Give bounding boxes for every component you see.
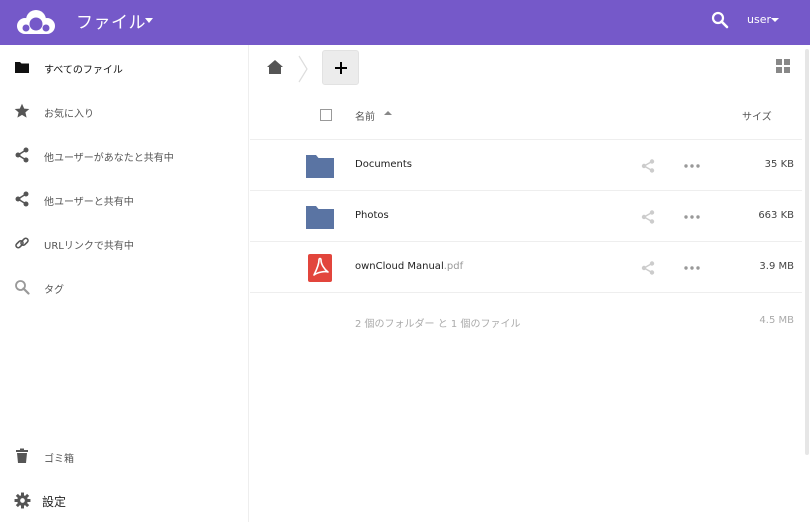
search-icon — [15, 280, 30, 295]
sidebar-item-shared-with-others[interactable]: 他ユーザーと共有中 — [0, 177, 249, 221]
new-file-button[interactable] — [322, 50, 359, 85]
share-icon — [15, 147, 29, 163]
sidebar-item-shared-with-you[interactable]: 他ユーザーがあなたと共有中 — [0, 133, 249, 177]
breadcrumb-separator-icon — [298, 55, 308, 83]
sidebar-item-label: お気に入り — [44, 109, 94, 120]
summary-text: 2 個のフォルダー と 1 個のファイル — [355, 319, 521, 330]
user-menu[interactable]: user — [747, 13, 771, 26]
sidebar-item-tags[interactable]: タグ — [0, 265, 249, 309]
table-header: 名前 サイズ — [250, 90, 802, 140]
scrollbar-thumb[interactable] — [805, 49, 809, 455]
sidebar-item-label: タグ — [44, 285, 64, 296]
app-menu-title[interactable]: ファイル — [76, 8, 146, 33]
star-icon — [14, 103, 30, 118]
share-icon[interactable] — [641, 261, 655, 275]
table-row[interactable]: Photos 663 KB — [250, 191, 802, 242]
sort-ascending-icon[interactable] — [384, 111, 392, 115]
summary-size: 4.5 MB — [759, 315, 794, 326]
file-size: 663 KB — [758, 210, 794, 221]
sidebar-item-favorites[interactable]: お気に入り — [0, 89, 249, 133]
top-header: ファイル user — [0, 0, 810, 45]
summary-row: 2 個のフォルダー と 1 個のファイル 4.5 MB — [250, 293, 802, 333]
more-icon[interactable] — [684, 266, 700, 270]
file-list-area: 名前 サイズ Documents 35 KB Photos 663 KB own… — [250, 45, 810, 522]
trash-icon — [16, 448, 28, 463]
sidebar-item-settings[interactable]: 設定 — [0, 478, 249, 522]
file-size: 3.9 MB — [759, 261, 794, 272]
scrollbar[interactable] — [804, 45, 810, 459]
sidebar-item-label: ゴミ箱 — [44, 454, 74, 465]
file-name[interactable]: ownCloud Manual.pdf — [355, 261, 463, 272]
sidebar-item-label: 設定 — [42, 495, 67, 509]
sidebar-item-label: URLリンクで共有中 — [44, 241, 134, 252]
more-icon[interactable] — [684, 215, 700, 219]
grid-view-icon[interactable] — [776, 59, 790, 73]
gear-icon — [14, 492, 31, 509]
table-row[interactable]: ownCloud Manual.pdf 3.9 MB — [250, 242, 802, 293]
folder-icon — [15, 62, 29, 73]
pdf-file-icon — [308, 254, 332, 282]
folder-icon — [306, 206, 334, 229]
link-icon — [15, 237, 29, 249]
sidebar-item-label: 他ユーザーがあなたと共有中 — [44, 153, 174, 164]
sidebar-item-trash[interactable]: ゴミ箱 — [0, 434, 249, 478]
sidebar-item-label: 他ユーザーと共有中 — [44, 197, 134, 208]
sidebar-item-label: すべてのファイル — [44, 65, 123, 76]
chevron-down-icon[interactable] — [145, 18, 153, 23]
more-icon[interactable] — [684, 164, 700, 168]
folder-icon — [306, 155, 334, 178]
file-name[interactable]: Documents — [355, 159, 412, 170]
chevron-down-icon[interactable] — [771, 18, 779, 22]
share-icon[interactable] — [641, 159, 655, 173]
sidebar-item-all-files[interactable]: すべてのファイル — [0, 45, 249, 89]
file-size: 35 KB — [764, 159, 794, 170]
home-icon[interactable] — [266, 59, 284, 75]
search-icon[interactable] — [711, 11, 729, 29]
table-row[interactable]: Documents 35 KB — [250, 140, 802, 191]
file-name[interactable]: Photos — [355, 210, 389, 221]
column-header-name[interactable]: 名前 — [355, 108, 375, 123]
sidebar: すべてのファイル お気に入り 他ユーザーがあなたと共有中 他ユーザーと共有中 U… — [0, 45, 249, 522]
column-header-size[interactable]: サイズ — [742, 108, 772, 123]
share-icon — [15, 191, 29, 207]
sidebar-item-shared-by-link[interactable]: URLリンクで共有中 — [0, 221, 249, 265]
select-all-checkbox[interactable] — [320, 109, 332, 121]
share-icon[interactable] — [641, 210, 655, 224]
owncloud-logo-icon[interactable] — [14, 7, 58, 37]
